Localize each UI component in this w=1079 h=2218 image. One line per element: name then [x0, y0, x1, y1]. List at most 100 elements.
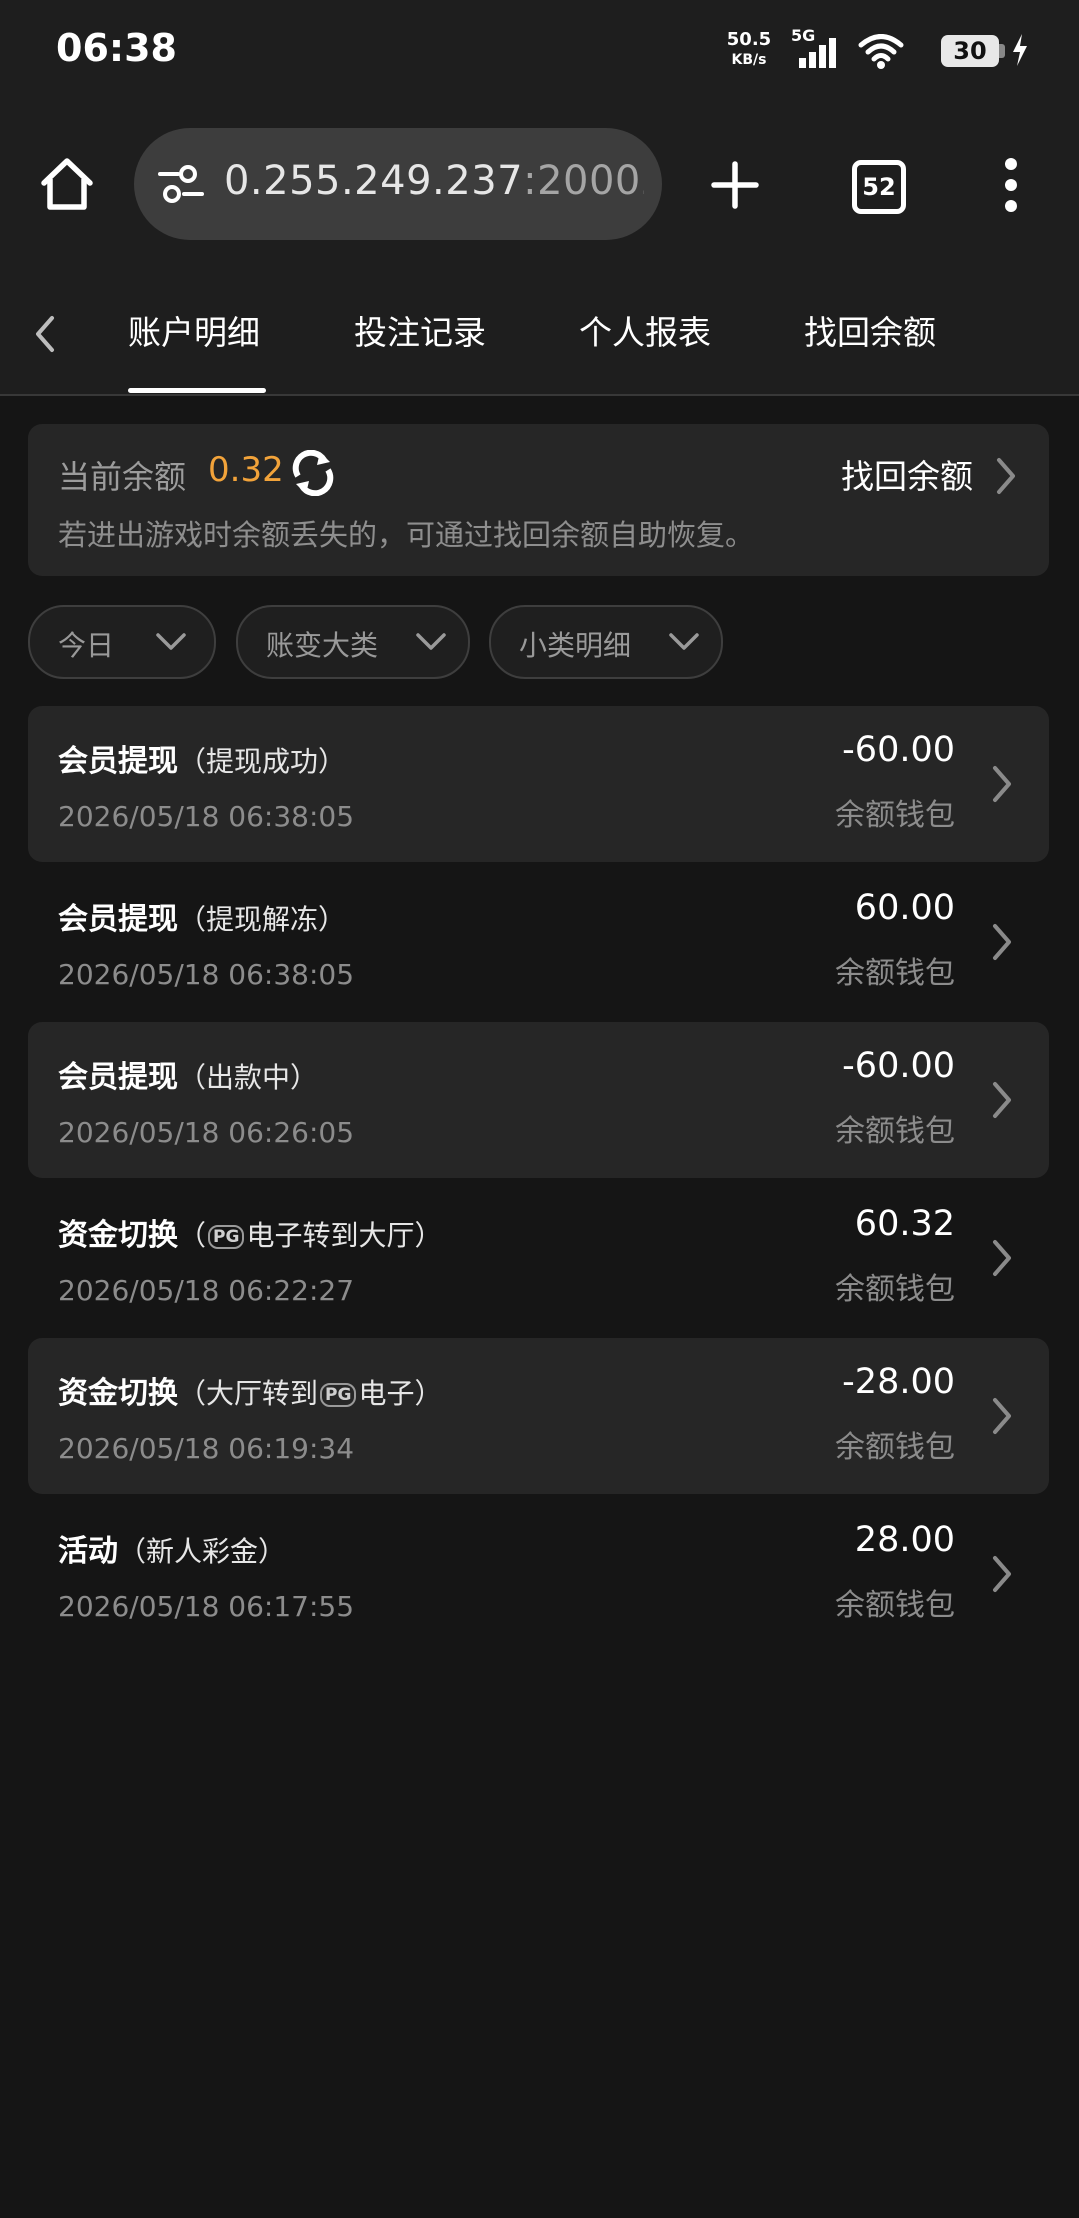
filter-sub-category[interactable]: 小类明细 [489, 605, 723, 679]
record-date: 2026/05/18 06:22:27 [58, 1274, 355, 1307]
record-subtype-prefix: （ [178, 1219, 207, 1252]
battery-tip [999, 44, 1005, 58]
record-wallet: 余额钱包 [835, 1430, 955, 1465]
chevron-down-icon [156, 633, 186, 650]
filter-sub-category-label: 小类明细 [519, 629, 632, 662]
charging-icon [1011, 34, 1029, 70]
record-row[interactable]: 资金切换（ PG 电子转到大厅） 2026/05/18 06:22:27 60.32… [28, 1180, 1049, 1336]
chevron-right-icon [993, 1398, 1011, 1434]
record-date: 2026/05/18 06:17:55 [58, 1590, 355, 1623]
record-row[interactable]: 会员提现（提现成功） 2026/05/18 06:38:05 -60.00 余额… [28, 706, 1049, 862]
record-date: 2026/05/18 06:19:34 [58, 1432, 355, 1465]
url-port: :20002 [523, 158, 644, 204]
filter-date-label: 今日 [58, 629, 115, 662]
record-type: 资金切换 [58, 1376, 178, 1411]
site-settings-icon[interactable] [158, 164, 204, 208]
network-type: 5G [791, 26, 816, 45]
address-bar[interactable]: 20.255.249.237:20002 [134, 128, 662, 240]
browser-toolbar: 20.255.249.237:20002 52 [0, 100, 1079, 272]
chevron-right-icon[interactable] [993, 456, 1019, 500]
balance-card: 当前余额 0.32 找回余额 若进出游戏时余额丢失的，可通过找回余额自助恢复。 [28, 424, 1049, 576]
record-amount: 60.32 [854, 1204, 955, 1244]
status-time: 06:38 [56, 26, 177, 70]
record-row[interactable]: 资金切换（大厅转到 PG 电子） 2026/05/18 06:19:34 -28.0… [28, 1338, 1049, 1494]
tab-personal-report[interactable]: 个人报表 [579, 306, 711, 354]
balance-hint: 若进出游戏时余额丢失的，可通过找回余额自助恢复。 [58, 518, 755, 552]
record-type: 活动 [58, 1534, 118, 1569]
record-wallet: 余额钱包 [835, 798, 955, 833]
record-type: 会员提现 [58, 1060, 178, 1095]
record-date: 2026/05/18 06:38:05 [58, 800, 355, 833]
chevron-down-icon [416, 633, 446, 650]
record-subtype-suffix: 电子） [358, 1377, 443, 1410]
record-subtype: （大厅转到 PG 电子） [178, 1377, 442, 1410]
record-amount: 28.00 [854, 1520, 955, 1560]
record-type: 资金切换 [58, 1218, 178, 1253]
active-tab-indicator [128, 388, 266, 393]
chevron-left-icon [36, 316, 54, 352]
net-speed: 50.5 KB/s [719, 30, 779, 70]
pg-logo-icon: PG [320, 1383, 357, 1407]
tab-bet-records[interactable]: 投注记录 [354, 306, 486, 354]
chevron-right-icon [993, 1082, 1011, 1118]
filter-date[interactable]: 今日 [28, 605, 216, 679]
net-speed-unit: KB/s [731, 52, 767, 68]
tab-account-details[interactable]: 账户明细 [128, 306, 260, 354]
tab-switcher-button[interactable]: 52 [852, 160, 906, 214]
record-date: 2026/05/18 06:26:05 [58, 1116, 355, 1149]
filter-major-category-label: 账变大类 [266, 629, 379, 662]
balance-value: 0.32 [208, 450, 284, 490]
balance-label: 当前余额 [58, 458, 187, 496]
battery-icon: 30 [941, 35, 999, 67]
record-title: 会员提现（提现解冻） [58, 894, 346, 938]
record-subtype: （出款中） [178, 1061, 319, 1094]
record-title: 会员提现（提现成功） [58, 736, 346, 780]
record-type: 会员提现 [58, 902, 178, 937]
more-vertical-icon [1005, 158, 1017, 212]
tab-bar: 账户明细 投注记录 个人报表 找回余额 [0, 272, 1079, 396]
status-bar: 06:38 50.5 KB/s 5G 30 [0, 0, 1079, 100]
record-row[interactable]: 会员提现（出款中） 2026/05/18 06:26:05 -60.00 余额钱… [28, 1022, 1049, 1178]
record-wallet: 余额钱包 [835, 1114, 955, 1149]
chevron-down-icon [669, 633, 699, 650]
net-speed-value: 50.5 [726, 29, 772, 50]
tab-recover-balance[interactable]: 找回余额 [804, 306, 936, 354]
chevron-right-icon [993, 1556, 1011, 1592]
url-host: 20.255.249.237 [224, 158, 524, 204]
signal-icon: 5G [791, 26, 839, 76]
filter-major-category[interactable]: 账变大类 [236, 605, 470, 679]
new-tab-button[interactable] [706, 156, 764, 214]
record-subtype: （提现成功） [178, 745, 347, 778]
record-amount: 60.00 [854, 888, 955, 928]
record-wallet: 余额钱包 [835, 956, 955, 991]
chevron-right-icon [993, 924, 1011, 960]
chevron-right-icon [993, 1240, 1011, 1276]
record-title: 资金切换（大厅转到 PG 电子） [58, 1368, 442, 1412]
home-button[interactable] [38, 155, 96, 213]
chevron-right-icon [993, 766, 1011, 802]
record-subtype: （PG 电子转到大厅） [178, 1219, 442, 1252]
url-text[interactable]: 20.255.249.237:20002 [224, 158, 644, 204]
record-wallet: 余额钱包 [835, 1588, 955, 1623]
recover-balance-link[interactable]: 找回余额 [841, 450, 973, 498]
record-subtype-suffix: 电子转到大厅） [246, 1219, 443, 1252]
record-amount: -60.00 [842, 1046, 955, 1086]
record-date: 2026/05/18 06:38:05 [58, 958, 355, 991]
record-type: 会员提现 [58, 744, 178, 779]
back-button[interactable] [30, 312, 60, 360]
refresh-icon[interactable] [290, 449, 336, 500]
record-amount: -28.00 [842, 1362, 955, 1402]
record-subtype: （提现解冻） [178, 903, 347, 936]
record-row[interactable]: 会员提现（提现解冻） 2026/05/18 06:38:05 60.00 余额钱… [28, 864, 1049, 1020]
record-title: 资金切换（ PG 电子转到大厅） [58, 1210, 442, 1254]
more-menu-button[interactable] [996, 156, 1026, 214]
record-title: 活动（新人彩金） [58, 1526, 286, 1570]
home-icon [41, 158, 93, 210]
record-row[interactable]: 活动（新人彩金） 2026/05/18 06:17:55 28.00 余额钱包 [28, 1496, 1049, 1652]
record-wallet: 余额钱包 [835, 1272, 955, 1307]
record-title: 会员提现（出款中） [58, 1052, 318, 1096]
record-subtype-prefix: （大厅转到 [178, 1377, 319, 1410]
record-subtype: （新人彩金） [118, 1535, 287, 1568]
wifi-icon [858, 34, 904, 74]
status-icons: 50.5 KB/s 5G 30 [629, 26, 1029, 76]
